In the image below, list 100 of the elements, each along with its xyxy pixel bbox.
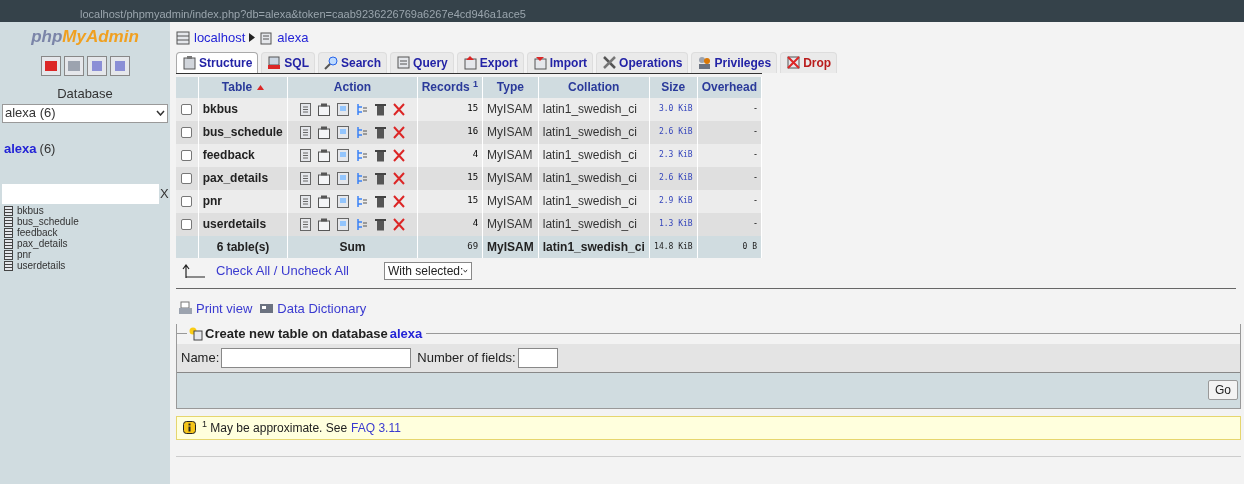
structure-icon[interactable] bbox=[318, 125, 331, 139]
delete-icon[interactable] bbox=[392, 217, 405, 231]
size-cell[interactable]: 2.9 KiB bbox=[649, 189, 698, 213]
records-cell: 16 bbox=[417, 120, 483, 144]
table-name[interactable]: userdetails bbox=[198, 212, 288, 236]
printer-icon bbox=[178, 300, 193, 316]
structure-icon[interactable] bbox=[318, 171, 331, 185]
row-checkbox[interactable] bbox=[181, 126, 193, 138]
tab[interactable]: Search bbox=[318, 51, 388, 73]
sql-window-icon[interactable] bbox=[63, 56, 84, 76]
table-name[interactable]: feedback bbox=[198, 143, 288, 167]
tab[interactable]: Drop bbox=[780, 51, 838, 73]
page-link[interactable]: Data Dictionary bbox=[277, 298, 367, 318]
sort-icon bbox=[257, 85, 265, 91]
tab[interactable]: Export bbox=[456, 51, 524, 73]
browse-icon[interactable] bbox=[300, 148, 312, 162]
import-icon bbox=[532, 55, 548, 70]
fields-field[interactable] bbox=[517, 347, 558, 368]
table-name[interactable]: bus_schedule bbox=[198, 120, 288, 144]
trash-icon[interactable] bbox=[374, 148, 386, 162]
tab[interactable]: Import bbox=[526, 51, 594, 73]
size-cell[interactable]: 2.6 KiB bbox=[649, 120, 698, 144]
tab[interactable]: Operations bbox=[596, 51, 689, 73]
structure-icon[interactable] bbox=[318, 102, 331, 116]
search-icon[interactable] bbox=[337, 217, 350, 231]
table-link[interactable]: pax_details bbox=[17, 238, 68, 249]
table-link[interactable]: bus_schedule bbox=[17, 216, 79, 227]
insert-icon[interactable] bbox=[355, 102, 368, 116]
with-selected-select[interactable]: With selected: bbox=[383, 261, 472, 280]
table-name[interactable]: bkbus bbox=[198, 97, 288, 121]
browse-icon[interactable] bbox=[300, 217, 312, 231]
table-name[interactable]: pnr bbox=[198, 189, 288, 213]
insert-icon[interactable] bbox=[355, 148, 368, 162]
tab[interactable]: SQL bbox=[261, 51, 315, 73]
records-total: 69 bbox=[417, 235, 483, 258]
delete-icon[interactable] bbox=[392, 171, 405, 185]
trash-icon[interactable] bbox=[374, 194, 386, 208]
query-window-icon[interactable] bbox=[109, 56, 130, 76]
tab[interactable]: Query bbox=[390, 51, 454, 73]
table-link[interactable]: userdetails bbox=[17, 260, 66, 271]
breadcrumb-link[interactable]: localhost bbox=[194, 28, 246, 48]
search-icon bbox=[324, 55, 339, 70]
check-all-link[interactable]: Check All / Uncheck All bbox=[216, 260, 349, 281]
size-cell[interactable]: 3.0 KiB bbox=[649, 97, 698, 121]
search-icon[interactable] bbox=[337, 148, 350, 162]
trash-icon[interactable] bbox=[374, 125, 386, 139]
browse-icon[interactable] bbox=[300, 102, 312, 116]
delete-icon[interactable] bbox=[392, 148, 405, 162]
tab[interactable]: Privileges bbox=[691, 51, 778, 73]
url-text[interactable]: localhost/phpmyadmin/index.php?db=alexa&token=caab9236226769a6267e4cd946a1ace5 bbox=[80, 9, 526, 20]
search-icon[interactable] bbox=[337, 125, 350, 139]
size-cell[interactable]: 2.6 KiB bbox=[649, 166, 698, 190]
row-checkbox[interactable] bbox=[181, 218, 193, 230]
browse-icon[interactable] bbox=[300, 125, 312, 139]
insert-icon[interactable] bbox=[355, 125, 368, 139]
insert-icon[interactable] bbox=[355, 194, 368, 208]
home-icon[interactable] bbox=[40, 56, 61, 76]
table-link[interactable]: bkbus bbox=[17, 205, 44, 216]
trash-icon[interactable] bbox=[374, 102, 386, 116]
faq-link[interactable]: FAQ 3.11 bbox=[351, 418, 401, 437]
notice-text: $^{1}$ May be approximate. See bbox=[202, 418, 348, 437]
structure-icon[interactable] bbox=[318, 148, 331, 162]
breadcrumb-link[interactable]: alexa bbox=[277, 28, 309, 48]
search-icon[interactable] bbox=[337, 102, 350, 116]
delete-icon[interactable] bbox=[392, 125, 405, 139]
trash-icon[interactable] bbox=[374, 217, 386, 231]
row-checkbox[interactable] bbox=[181, 195, 193, 207]
clear-filter-button[interactable]: X bbox=[160, 184, 169, 204]
table-link[interactable]: feedback bbox=[17, 227, 58, 238]
table-name[interactable]: pax_details bbox=[198, 166, 288, 190]
type-cell: MyISAM bbox=[482, 212, 539, 236]
delete-icon[interactable] bbox=[392, 102, 405, 116]
filter-field[interactable] bbox=[2, 184, 159, 204]
database-link[interactable]: alexa bbox=[389, 324, 423, 344]
help-icon[interactable] bbox=[86, 56, 107, 76]
column-header[interactable]: Table bbox=[198, 76, 288, 98]
browse-icon[interactable] bbox=[300, 171, 312, 185]
name-field[interactable] bbox=[221, 347, 412, 368]
search-icon[interactable] bbox=[337, 194, 350, 208]
row-checkbox[interactable] bbox=[181, 149, 193, 161]
row-checkbox[interactable] bbox=[181, 103, 193, 115]
structure-icon[interactable] bbox=[318, 217, 331, 231]
page-link[interactable]: Print view bbox=[196, 298, 253, 318]
database-select[interactable]: alexa (6) bbox=[2, 103, 168, 123]
size-cell[interactable]: 1.3 KiB bbox=[649, 212, 698, 236]
tab[interactable]: Structure bbox=[176, 51, 259, 73]
trash-icon[interactable] bbox=[374, 171, 386, 185]
insert-icon[interactable] bbox=[355, 171, 368, 185]
structure-icon[interactable] bbox=[318, 194, 331, 208]
size-cell[interactable]: 2.3 KiB bbox=[649, 143, 698, 167]
insert-icon[interactable] bbox=[355, 217, 368, 231]
column-header: Action bbox=[287, 76, 418, 98]
table-link[interactable]: pnr bbox=[17, 249, 32, 260]
delete-icon[interactable] bbox=[392, 194, 405, 208]
records-cell: 15 bbox=[417, 166, 483, 190]
database-link[interactable]: alexa bbox=[4, 138, 37, 158]
browse-icon[interactable] bbox=[300, 194, 312, 208]
go-button[interactable]: Go bbox=[1208, 380, 1238, 400]
row-checkbox[interactable] bbox=[181, 172, 193, 184]
search-icon[interactable] bbox=[337, 171, 350, 185]
